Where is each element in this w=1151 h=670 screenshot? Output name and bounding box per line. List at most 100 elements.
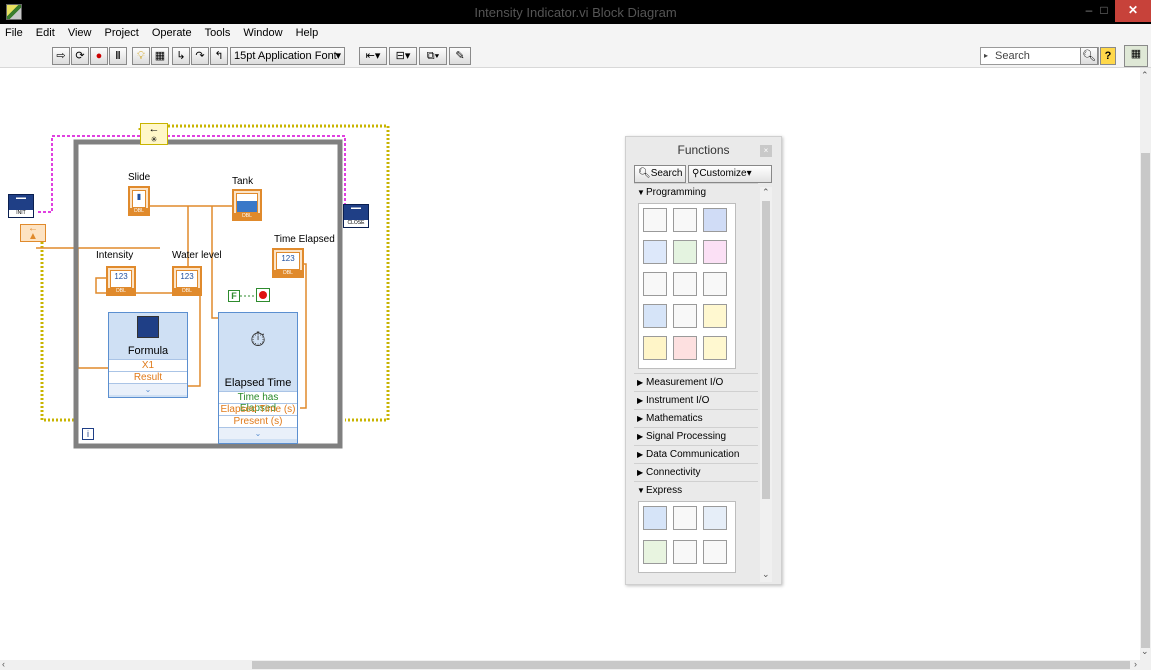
horizontal-scrollbar-thumb[interactable] [252, 661, 1130, 669]
cleanup-diagram-icon[interactable]: ✎ [449, 47, 471, 65]
express-output-icon[interactable] [703, 506, 727, 530]
loop-iteration-terminal[interactable]: i [82, 428, 94, 440]
shift-register-top[interactable]: ← ✳ [140, 123, 168, 145]
water-level-terminal[interactable]: 123 DBL [172, 266, 202, 296]
block-diagram-canvas[interactable]: ← ✳ ▬▬ INIT ← ▲ ▬▬ CLOSE Slide ▮ DBL Tank … [0, 68, 1140, 660]
menu-window[interactable]: Window [238, 24, 287, 39]
menu-project[interactable]: Project [100, 24, 144, 39]
palette-scrollbar-thumb[interactable] [762, 201, 770, 499]
formula-input-x1[interactable]: X1 [109, 359, 187, 371]
collapsed-caret-icon: ▶ [637, 414, 644, 423]
stop-dot-icon [259, 291, 267, 299]
menu-file[interactable]: File [0, 24, 28, 39]
elapsed-expand-icon[interactable]: ⌄ [219, 427, 297, 439]
output-elapsed-time-s[interactable]: Elapsed Time (s) [219, 403, 297, 415]
elapsed-time-title: Elapsed Time [224, 377, 292, 389]
reorder-icon[interactable]: ⧉▾ [419, 47, 447, 65]
retain-wire-values-icon[interactable]: ▦ [151, 47, 169, 65]
align-objects-icon[interactable]: ⇤▾ [359, 47, 387, 65]
formula-expand-icon[interactable]: ⌄ [109, 383, 187, 395]
express-signal-manipulation-icon[interactable] [643, 540, 667, 564]
run-arrow-icon[interactable]: ⇨ [52, 47, 70, 65]
category-instrument-io[interactable]: ▶ Instrument I/O [634, 391, 758, 409]
palette-customize-button[interactable]: ⚲Customize▾ [688, 165, 772, 183]
menu-help[interactable]: Help [291, 24, 324, 39]
express-analysis-icon[interactable] [673, 506, 697, 530]
close-button[interactable]: ✕ [1115, 0, 1151, 22]
orange-wire-to-timer [211, 206, 218, 319]
category-express[interactable]: ▼ Express [634, 481, 758, 499]
font-selector-label: 15pt Application Font [234, 50, 337, 62]
palette-search-button[interactable]: 🔍︎Search [634, 165, 686, 183]
dialog-ui-icon[interactable] [703, 272, 727, 296]
comparison-icon[interactable] [643, 272, 667, 296]
highlight-execution-icon[interactable]: 💡︎ [132, 47, 150, 65]
cluster-class-variant-icon[interactable] [703, 208, 727, 232]
formula-express-vi[interactable]: Formula X1 Result ⌄ [108, 312, 188, 398]
chevron-down-icon[interactable]: ⌄ [762, 569, 770, 580]
expanded-caret-icon: ▼ [637, 486, 645, 495]
chevron-up-icon[interactable]: ⌃ [762, 187, 770, 198]
category-signal-processing[interactable]: ▶ Signal Processing [634, 427, 758, 445]
slide-terminal[interactable]: ▮ DBL [128, 186, 150, 216]
chevron-left-icon[interactable]: ‹ [2, 659, 5, 669]
category-programming-label: Programming [646, 187, 707, 198]
menu-view[interactable]: View [63, 24, 97, 39]
shift-register-left[interactable]: ← ▲ [20, 224, 46, 242]
step-over-icon[interactable]: ↷ [191, 47, 209, 65]
search-icon[interactable]: 🔍︎ [1080, 47, 1098, 65]
stop-terminal-icon[interactable] [256, 288, 270, 302]
category-connectivity[interactable]: ▶ Connectivity [634, 463, 758, 481]
category-mathematics[interactable]: ▶ Mathematics [634, 409, 758, 427]
title-bar: Intensity Indicator.vi Block Diagram – □… [0, 0, 1151, 24]
close-vi-chip[interactable]: ▬▬ CLOSE [343, 204, 369, 228]
menu-operate[interactable]: Operate [147, 24, 197, 39]
vertical-scrollbar-thumb[interactable] [1141, 153, 1150, 648]
output-present-s[interactable]: Present (s) [219, 415, 297, 427]
category-measurement-io[interactable]: ▶ Measurement I/O [634, 373, 758, 391]
express-arith-compare-icon[interactable] [703, 540, 727, 564]
help-icon[interactable]: ? [1100, 47, 1116, 65]
elapsed-time-express-vi[interactable]: ⏱︎ Elapsed Time Time has Elapsed Elapsed… [218, 312, 298, 444]
string-icon[interactable] [703, 240, 727, 264]
vertical-scrollbar[interactable]: ⌃ ⌄ [1140, 68, 1151, 660]
report-generation-icon[interactable] [703, 336, 727, 360]
output-time-has-elapsed[interactable]: Time has Elapsed [219, 391, 297, 414]
array-icon[interactable] [673, 208, 697, 232]
timing-icon[interactable] [673, 272, 697, 296]
category-programming[interactable]: ▼ Programming [634, 183, 758, 201]
chevron-down-icon[interactable]: ⌄ [1141, 646, 1149, 657]
chevron-right-icon[interactable]: › [1134, 659, 1137, 669]
horizontal-scrollbar[interactable]: ‹ › [0, 659, 1151, 670]
run-continuously-icon[interactable]: ⟳ [71, 47, 89, 65]
step-out-icon[interactable]: ↰ [210, 47, 228, 65]
step-into-icon[interactable]: ↳ [172, 47, 190, 65]
false-constant[interactable]: F [228, 290, 240, 302]
init-vi-chip[interactable]: ▬▬ INIT [8, 194, 34, 218]
category-data-communication[interactable]: ▶ Data Communication [634, 445, 758, 463]
chevron-up-icon[interactable]: ⌃ [1141, 70, 1149, 81]
express-input-icon[interactable] [643, 506, 667, 530]
synchronization-icon[interactable] [643, 336, 667, 360]
intensity-terminal[interactable]: 123 DBL [106, 266, 136, 296]
application-control-icon[interactable] [703, 304, 727, 328]
file-io-icon[interactable] [643, 304, 667, 328]
graphics-sound-icon[interactable] [673, 336, 697, 360]
boolean-icon[interactable] [673, 240, 697, 264]
numeric-icon[interactable] [643, 240, 667, 264]
structures-icon[interactable] [643, 208, 667, 232]
menu-tools[interactable]: Tools [200, 24, 236, 39]
font-selector[interactable]: 15pt Application Font ▾ [230, 47, 345, 65]
palette-scrollbar[interactable]: ⌃ ⌄ [760, 187, 772, 582]
pause-icon[interactable]: ‖ [109, 47, 127, 65]
maximize-button[interactable]: □ [1090, 0, 1118, 22]
express-exec-control-icon[interactable] [673, 540, 697, 564]
abort-icon[interactable]: ● [90, 47, 108, 65]
tank-terminal[interactable]: DBL [232, 189, 262, 221]
formula-output-result[interactable]: Result [109, 371, 187, 383]
menu-edit[interactable]: Edit [31, 24, 60, 39]
distribute-objects-icon[interactable]: ⊟▾ [389, 47, 417, 65]
waveform-icon[interactable] [673, 304, 697, 328]
time-elapsed-terminal[interactable]: 123 DBL [272, 248, 304, 278]
palette-close-icon[interactable]: × [760, 145, 772, 157]
